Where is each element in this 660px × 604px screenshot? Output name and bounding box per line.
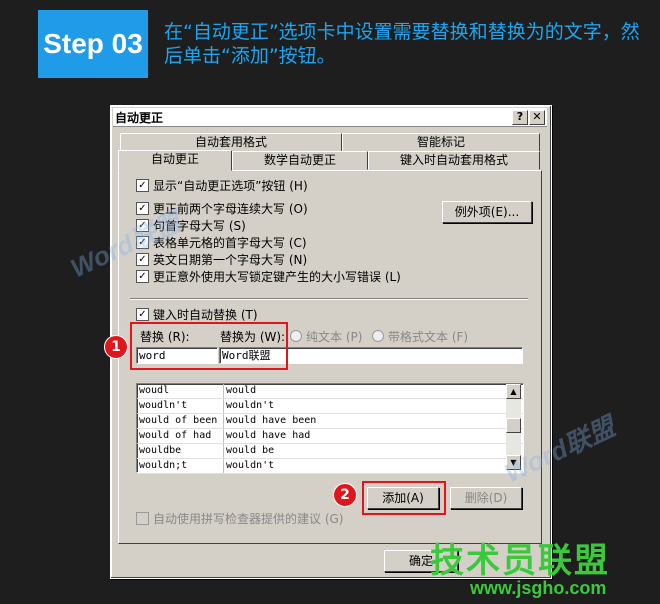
checkbox-checked-icon[interactable]: ✓ [136, 308, 149, 321]
radio-icon [372, 330, 384, 342]
instruction-text: 在“自动更正”选项卡中设置需要替换和替换为的文字，然后单击“添加”按钮。 [164, 21, 640, 67]
dialog-title: 自动更正 [115, 111, 164, 125]
dialog-titlebar [113, 108, 547, 127]
highlight-add-button [362, 481, 446, 515]
option-show-button[interactable]: ✓ 显示“自动更正选项”按钮 (H) [136, 177, 308, 194]
list-item[interactable]: wouldbe would be [137, 444, 523, 459]
tab-autocorrect[interactable]: 自动更正 [118, 150, 232, 171]
plain-text-radio[interactable]: 纯文本 (P) [290, 328, 362, 345]
checkbox-checked-icon[interactable]: ✓ [136, 270, 149, 283]
site-url: www.jsgho.com [470, 578, 607, 598]
site-logo: 技术员联盟 [430, 541, 610, 581]
option-caps-lock[interactable]: ✓ 更正意外使用大写锁定键产生的大小写错误 (L) [136, 268, 401, 285]
list-item[interactable]: wouldn;t wouldn't [137, 459, 523, 474]
list-item[interactable]: would of been would have been [137, 414, 523, 429]
scroll-thumb[interactable] [506, 418, 521, 433]
close-button[interactable]: ✕ [529, 110, 545, 125]
tab-math-autocorrect[interactable]: 数学自动更正 [232, 151, 368, 170]
list-item[interactable]: would of had would have had [137, 429, 523, 444]
scroll-up-icon[interactable]: ▲ [506, 384, 521, 399]
list-item[interactable]: woudln't wouldn't [137, 399, 523, 414]
checkbox-checked-icon[interactable]: ✓ [136, 179, 149, 192]
option-replace-as-type[interactable]: ✓ 键入时自动替换 (T) [136, 306, 258, 323]
option-spell-suggest[interactable]: 自动使用拼写检查器提供的建议 (G) [136, 510, 343, 527]
option-capitalize-days[interactable]: ✓ 英文日期第一个字母大写 (N) [136, 251, 307, 268]
step-marker-1: 1 [104, 335, 128, 359]
radio-selected-icon [290, 330, 302, 342]
delete-button[interactable]: 删除(D) [450, 487, 522, 509]
formatted-text-radio[interactable]: 带格式文本 (F) [372, 328, 468, 345]
help-button[interactable]: ? [512, 110, 528, 125]
tab-autoformat-as-you-type[interactable]: 键入时自动套用格式 [368, 151, 540, 170]
exceptions-button[interactable]: 例外项(E)... [442, 201, 532, 223]
tab-smart-tags[interactable]: 智能标记 [342, 133, 540, 152]
highlight-replace-fields [130, 322, 288, 370]
list-item[interactable]: woudl would [137, 384, 523, 399]
replacement-list[interactable]: woudl would woudln't wouldn't would of bee… [136, 383, 524, 474]
step-marker-2: 2 [333, 483, 357, 507]
step-badge: Step 03 [38, 10, 148, 78]
checkbox-icon[interactable] [136, 512, 149, 525]
separator [130, 298, 528, 300]
